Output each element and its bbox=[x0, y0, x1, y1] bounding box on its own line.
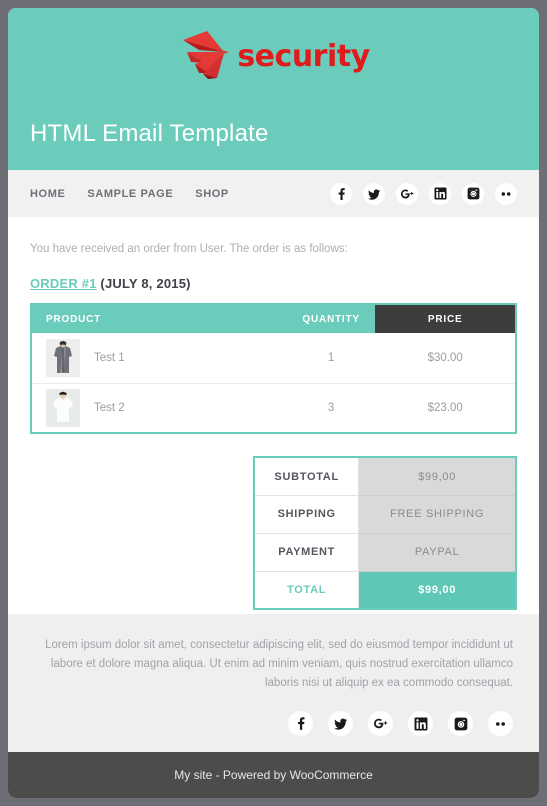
nav-item-shop[interactable]: SHOP bbox=[195, 188, 229, 200]
totals-row-payment: PAYMENT PAYPAL bbox=[254, 533, 516, 572]
powered-by-text: My site - Powered by WooCommerce bbox=[174, 768, 373, 782]
product-name: Test 2 bbox=[94, 402, 125, 414]
totals-value-subtotal: $99,00 bbox=[358, 457, 516, 496]
totals-label-subtotal: SUBTOTAL bbox=[254, 457, 360, 496]
totals-label-payment: PAYMENT bbox=[254, 533, 360, 572]
totals-row-total: TOTAL $99,00 bbox=[254, 571, 516, 610]
product-name: Test 1 bbox=[94, 352, 125, 364]
email-template-card: security HTML Email Template HOME SAMPLE… bbox=[8, 8, 539, 798]
more-dots-icon[interactable] bbox=[488, 711, 513, 736]
email-header: security HTML Email Template bbox=[8, 8, 539, 170]
cell-quantity: 3 bbox=[327, 402, 335, 414]
google-plus-icon[interactable] bbox=[396, 182, 418, 205]
order-totals-table: SUBTOTAL $99,00 SHIPPING FREE SHIPPING P… bbox=[253, 456, 517, 611]
twitter-icon[interactable] bbox=[328, 711, 353, 736]
table-row: Test 1 1 $30.00 bbox=[31, 333, 516, 384]
email-footer: Lorem ipsum dolor sit amet, consectetur … bbox=[8, 614, 539, 752]
instagram-icon[interactable] bbox=[462, 182, 484, 205]
google-plus-icon[interactable] bbox=[368, 711, 393, 736]
twitter-icon[interactable] bbox=[363, 182, 385, 205]
order-date-text: (JULY 8, 2015) bbox=[96, 276, 191, 292]
logo-wordmark: security bbox=[237, 39, 370, 74]
header-social-links bbox=[330, 182, 517, 205]
table-header-row: PRODUCT QUANTITY PRICE bbox=[31, 304, 516, 334]
cell-quantity: 1 bbox=[292, 333, 376, 384]
nav-item-home[interactable]: HOME bbox=[30, 188, 65, 200]
linkedin-icon[interactable] bbox=[408, 711, 433, 736]
bottom-bar: My site - Powered by WooCommerce bbox=[8, 752, 539, 798]
cell-price: $30.00 bbox=[375, 333, 516, 384]
order-items-table: PRODUCT QUANTITY PRICE Test 1 1 $30.00 T… bbox=[30, 303, 517, 435]
order-number-link[interactable]: ORDER #1 bbox=[30, 276, 97, 291]
brand-logo: security bbox=[8, 24, 539, 86]
page-title: HTML Email Template bbox=[30, 120, 269, 147]
cell-product: Test 1 bbox=[31, 333, 293, 384]
column-header-price: PRICE bbox=[375, 304, 516, 334]
nav-item-sample-page[interactable]: SAMPLE PAGE bbox=[87, 188, 173, 200]
totals-value-shipping: FREE SHIPPING bbox=[358, 495, 516, 534]
gray-cardigan-thumbnail bbox=[46, 339, 80, 377]
cell-price: $23.00 bbox=[427, 402, 463, 414]
footer-paragraph: Lorem ipsum dolor sit amet, consectetur … bbox=[45, 639, 513, 690]
order-totals-wrap: SUBTOTAL $99,00 SHIPPING FREE SHIPPING P… bbox=[30, 456, 517, 611]
totals-label-shipping: SHIPPING bbox=[254, 495, 360, 534]
column-header-quantity: QUANTITY bbox=[292, 304, 376, 334]
footer-social-links bbox=[34, 693, 513, 752]
red-fan-arrow-logo-icon bbox=[177, 26, 239, 84]
cell-product: Test 2 bbox=[31, 383, 293, 433]
totals-value-total: $99,00 bbox=[358, 571, 516, 610]
facebook-icon[interactable] bbox=[330, 182, 352, 205]
totals-value-payment: PAYPAL bbox=[358, 533, 516, 572]
white-tshirt-thumbnail bbox=[46, 389, 80, 427]
table-row: Test 2 3 $23.00 bbox=[31, 383, 516, 433]
linkedin-icon[interactable] bbox=[429, 182, 451, 205]
more-dots-icon[interactable] bbox=[495, 182, 517, 205]
column-header-product: PRODUCT bbox=[31, 304, 293, 334]
email-body: You have received an order from User. Th… bbox=[8, 217, 539, 615]
totals-row-shipping: SHIPPING FREE SHIPPING bbox=[254, 495, 516, 534]
order-intro-text: You have received an order from User. Th… bbox=[30, 243, 348, 255]
order-heading: ORDER #1 (JULY 8, 2015) bbox=[30, 276, 517, 291]
totals-label-total: TOTAL bbox=[254, 571, 360, 610]
nav-links: HOME SAMPLE PAGE SHOP bbox=[30, 188, 229, 200]
totals-row-subtotal: SUBTOTAL $99,00 bbox=[254, 457, 516, 496]
facebook-icon[interactable] bbox=[288, 711, 313, 736]
navigation-bar: HOME SAMPLE PAGE SHOP bbox=[8, 170, 539, 217]
instagram-icon[interactable] bbox=[448, 711, 473, 736]
